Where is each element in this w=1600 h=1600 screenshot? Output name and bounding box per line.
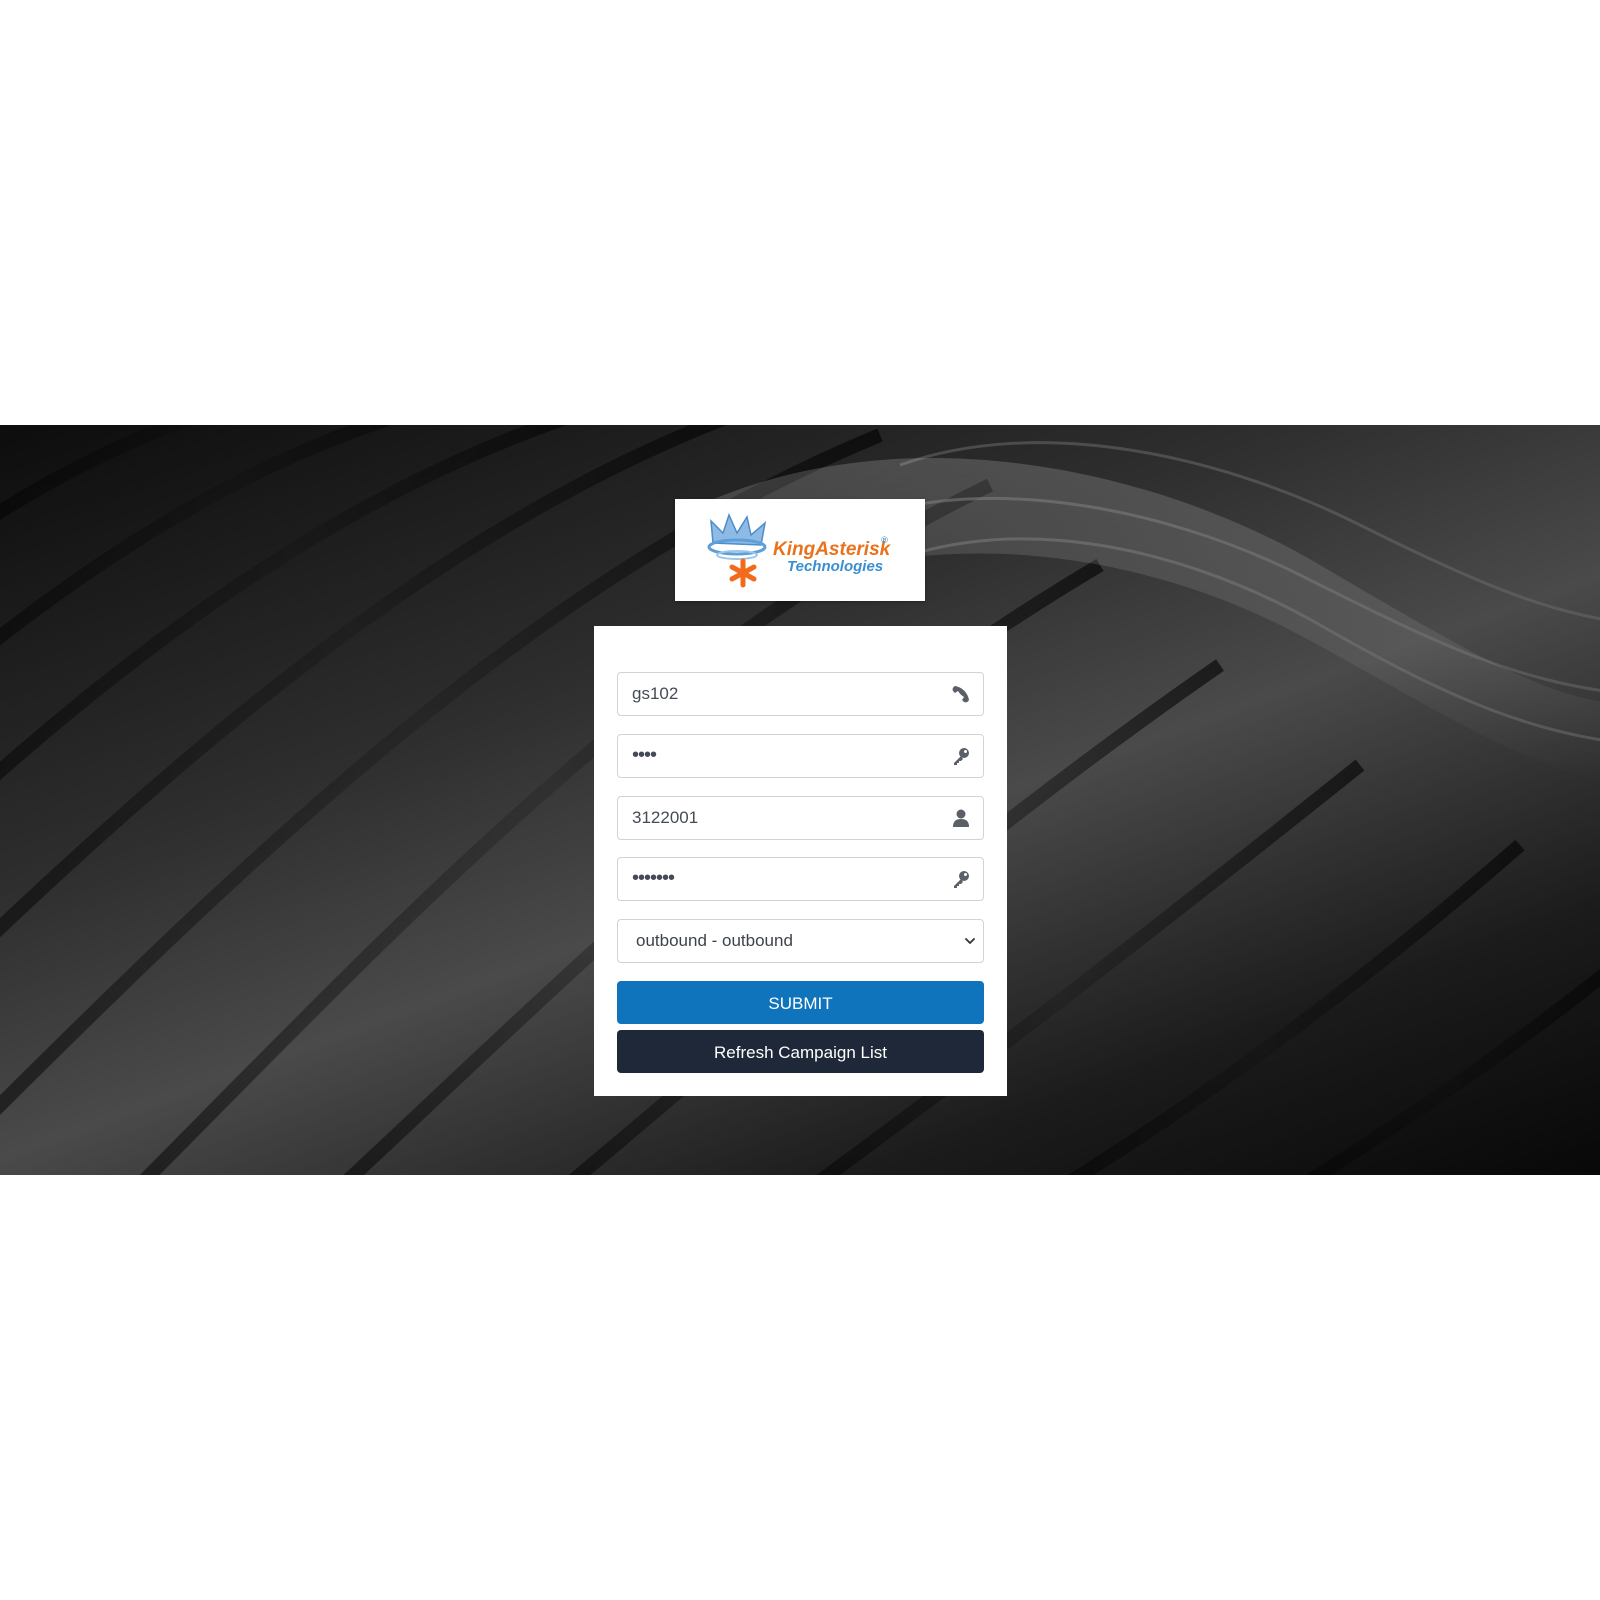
user-password-value: •••••••: [632, 867, 675, 889]
asterisk-icon: [729, 558, 757, 588]
phone-login-input[interactable]: gs102: [617, 672, 984, 716]
campaign-select-value: outbound - outbound: [636, 931, 793, 950]
user-password-input[interactable]: •••••••: [617, 857, 984, 901]
phone-password-value: ••••: [632, 744, 657, 766]
user-login-value: 3122001: [632, 808, 699, 827]
campaign-select[interactable]: outbound - outbound: [617, 919, 984, 963]
login-form: gs102 •••• 3122001 ••••••• outbound - ou…: [594, 626, 1007, 1096]
user-icon: [953, 809, 969, 827]
key-icon: [954, 871, 969, 888]
company-logo: KingAsterisk ® Technologies: [675, 499, 925, 601]
registered-mark: ®: [880, 536, 889, 546]
crown-icon: [707, 512, 767, 560]
phone-login-value: gs102: [632, 684, 679, 703]
user-login-input[interactable]: 3122001: [617, 796, 984, 840]
submit-button[interactable]: SUBMIT: [617, 981, 984, 1024]
brand-name-text: KingAsterisk: [773, 539, 892, 560]
refresh-campaign-list-button[interactable]: Refresh Campaign List: [617, 1030, 984, 1073]
key-icon: [954, 748, 969, 765]
brand-subtitle-text: Technologies: [787, 558, 883, 575]
chevron-down-icon: [965, 938, 975, 944]
phone-password-input[interactable]: ••••: [617, 734, 984, 778]
phone-icon: [952, 686, 969, 703]
